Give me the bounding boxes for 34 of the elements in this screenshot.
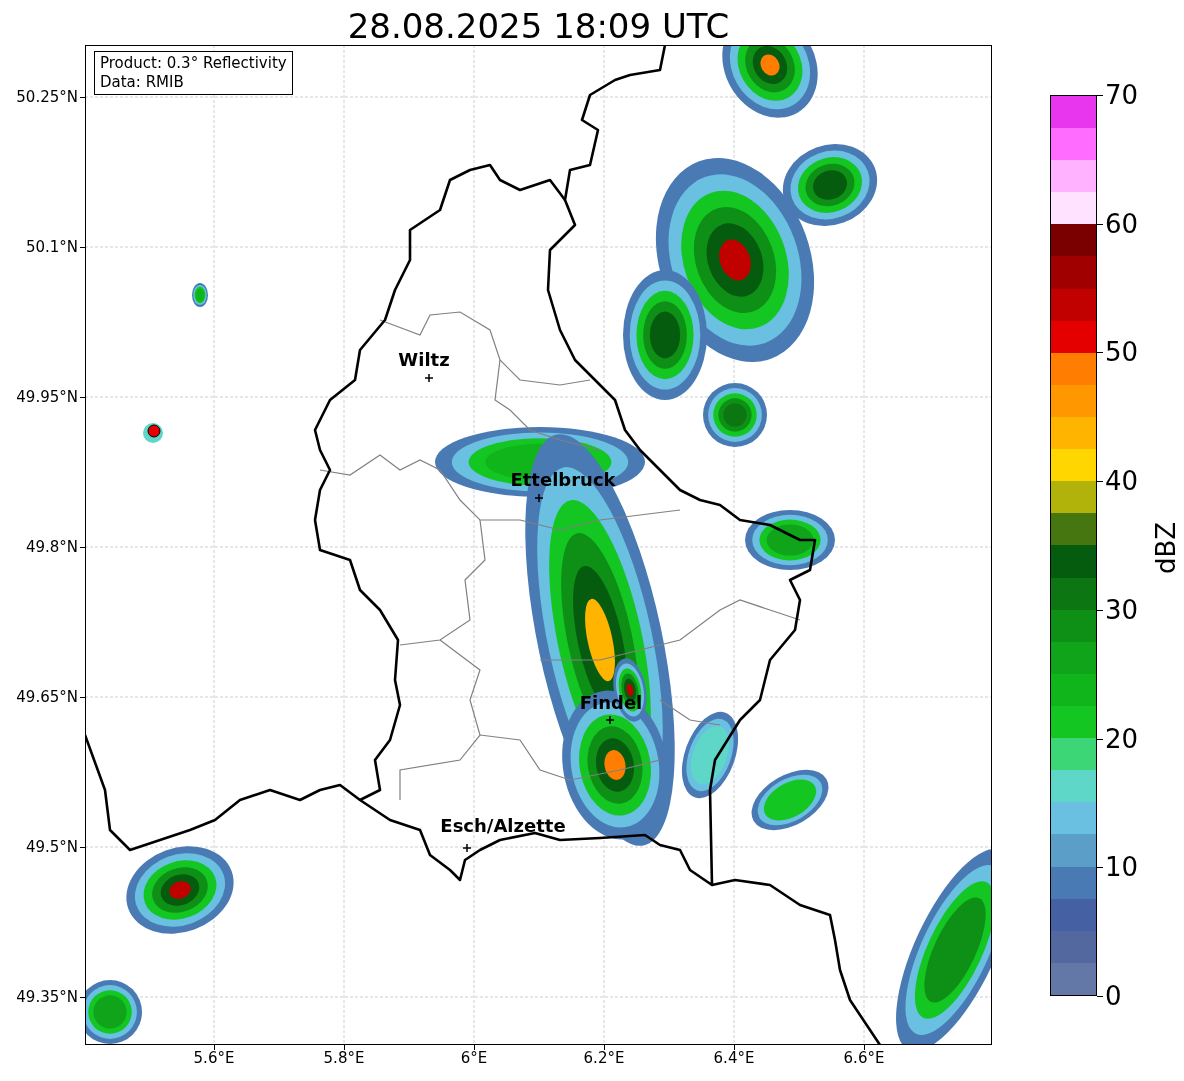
- city-marker-icon: [605, 715, 615, 725]
- longitude-label: 6.4°E: [713, 1049, 755, 1067]
- chart-title: 28.08.2025 18:09 UTC: [347, 6, 730, 46]
- colorbar-label: dBZ: [1151, 521, 1182, 575]
- latitude-label: 49.65°N: [16, 688, 78, 706]
- radar-echo: [85, 980, 142, 1044]
- colorbar-tick-label: 10: [1105, 852, 1139, 883]
- longitude-label: 6°E: [460, 1049, 488, 1067]
- radar-echo: [192, 283, 208, 307]
- radar-site-marker: [143, 423, 163, 443]
- latitude-label: 49.8°N: [25, 538, 78, 556]
- longitude-label: 5.8°E: [323, 1049, 365, 1067]
- colorbar-tick-label: 70: [1105, 80, 1139, 110]
- longitude-label: 5.6°E: [193, 1049, 235, 1067]
- longitude-label: 6.6°E: [843, 1049, 885, 1067]
- latitude-label: 50.1°N: [25, 238, 78, 256]
- longitude-label: 6.2°E: [583, 1049, 625, 1067]
- city-label: Esch/Alzette: [440, 816, 566, 836]
- colorbar-tick-label: 0: [1105, 981, 1122, 1011]
- colorbar-tick-label: 20: [1105, 723, 1139, 754]
- latitude-label: 49.95°N: [16, 388, 78, 406]
- city-label: Wiltz: [398, 350, 450, 370]
- colorbar-tick-label: 40: [1105, 466, 1139, 497]
- info-text: Product: 0.3° Reflectivity: [100, 54, 287, 73]
- latitude-label: 49.35°N: [16, 988, 78, 1006]
- latitude-label: 49.5°N: [25, 838, 78, 856]
- colorbar-tick-label: 50: [1105, 337, 1139, 368]
- colorbar-tick-label: 30: [1105, 594, 1139, 625]
- latitude-label: 50.25°N: [16, 88, 78, 106]
- colorbar-tick-label: 60: [1105, 208, 1139, 239]
- city-marker-icon: [462, 843, 472, 853]
- city-marker-icon: [424, 373, 434, 383]
- city-marker-icon: [534, 493, 544, 503]
- info-text: Data: RMIB: [100, 73, 185, 92]
